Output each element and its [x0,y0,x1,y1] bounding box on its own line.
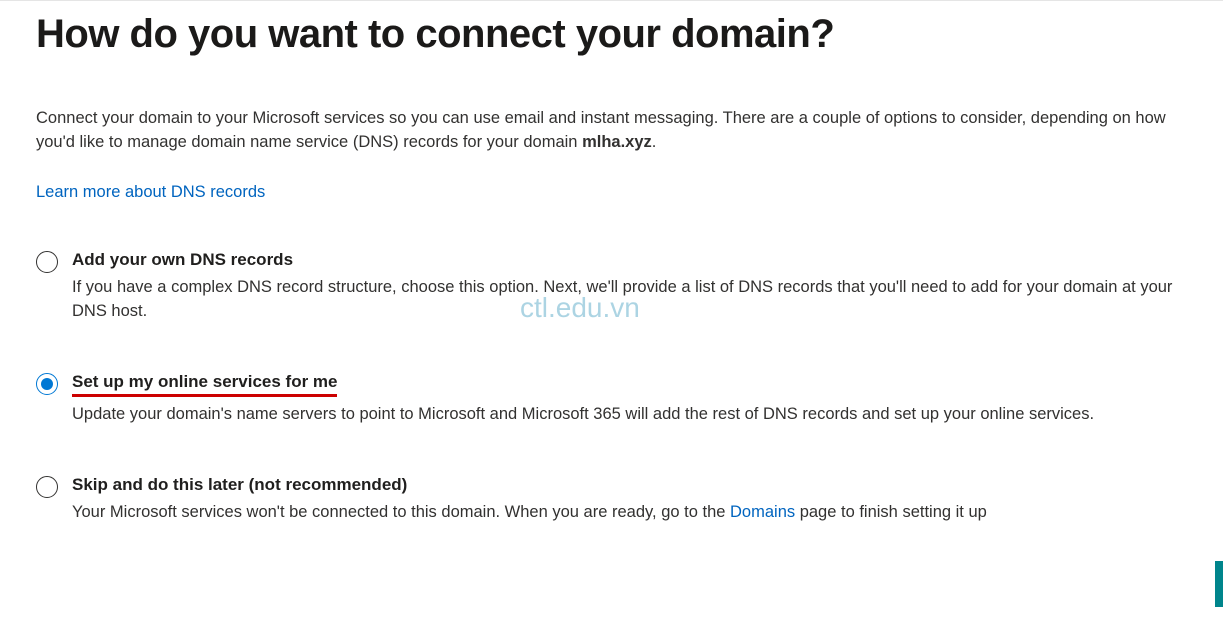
option-desc: If you have a complex DNS record structu… [72,276,1187,324]
option-title: Add your own DNS records [72,250,293,270]
option-desc-prefix: Your Microsoft services won't be connect… [72,503,730,521]
domains-link[interactable]: Domains [730,503,795,521]
option-skip[interactable]: Skip and do this later (not recommended)… [36,475,1187,525]
options-group: Add your own DNS records If you have a c… [36,250,1187,525]
domain-name: mlha.xyz [582,133,652,151]
option-title: Skip and do this later (not recommended) [72,475,407,495]
learn-more-link[interactable]: Learn more about DNS records [36,183,265,202]
option-title: Set up my online services for me [72,372,337,397]
option-content: Skip and do this later (not recommended)… [72,475,1187,525]
option-desc-suffix: page to finish setting it up [795,503,987,521]
option-desc: Your Microsoft services won't be connect… [72,501,1187,525]
option-add-own-dns[interactable]: Add your own DNS records If you have a c… [36,250,1187,324]
scrollbar-thumb[interactable] [1215,561,1223,607]
option-content: Add your own DNS records If you have a c… [72,250,1187,324]
radio-icon[interactable] [36,251,58,273]
option-content: Set up my online services for me Update … [72,372,1187,427]
option-setup-for-me[interactable]: Set up my online services for me Update … [36,372,1187,427]
intro-text: Connect your domain to your Microsoft se… [36,107,1187,155]
radio-icon[interactable] [36,476,58,498]
intro-suffix: . [652,133,657,151]
page-title: How do you want to connect your domain? [36,11,1187,57]
option-desc: Update your domain's name servers to poi… [72,403,1187,427]
radio-icon[interactable] [36,373,58,395]
